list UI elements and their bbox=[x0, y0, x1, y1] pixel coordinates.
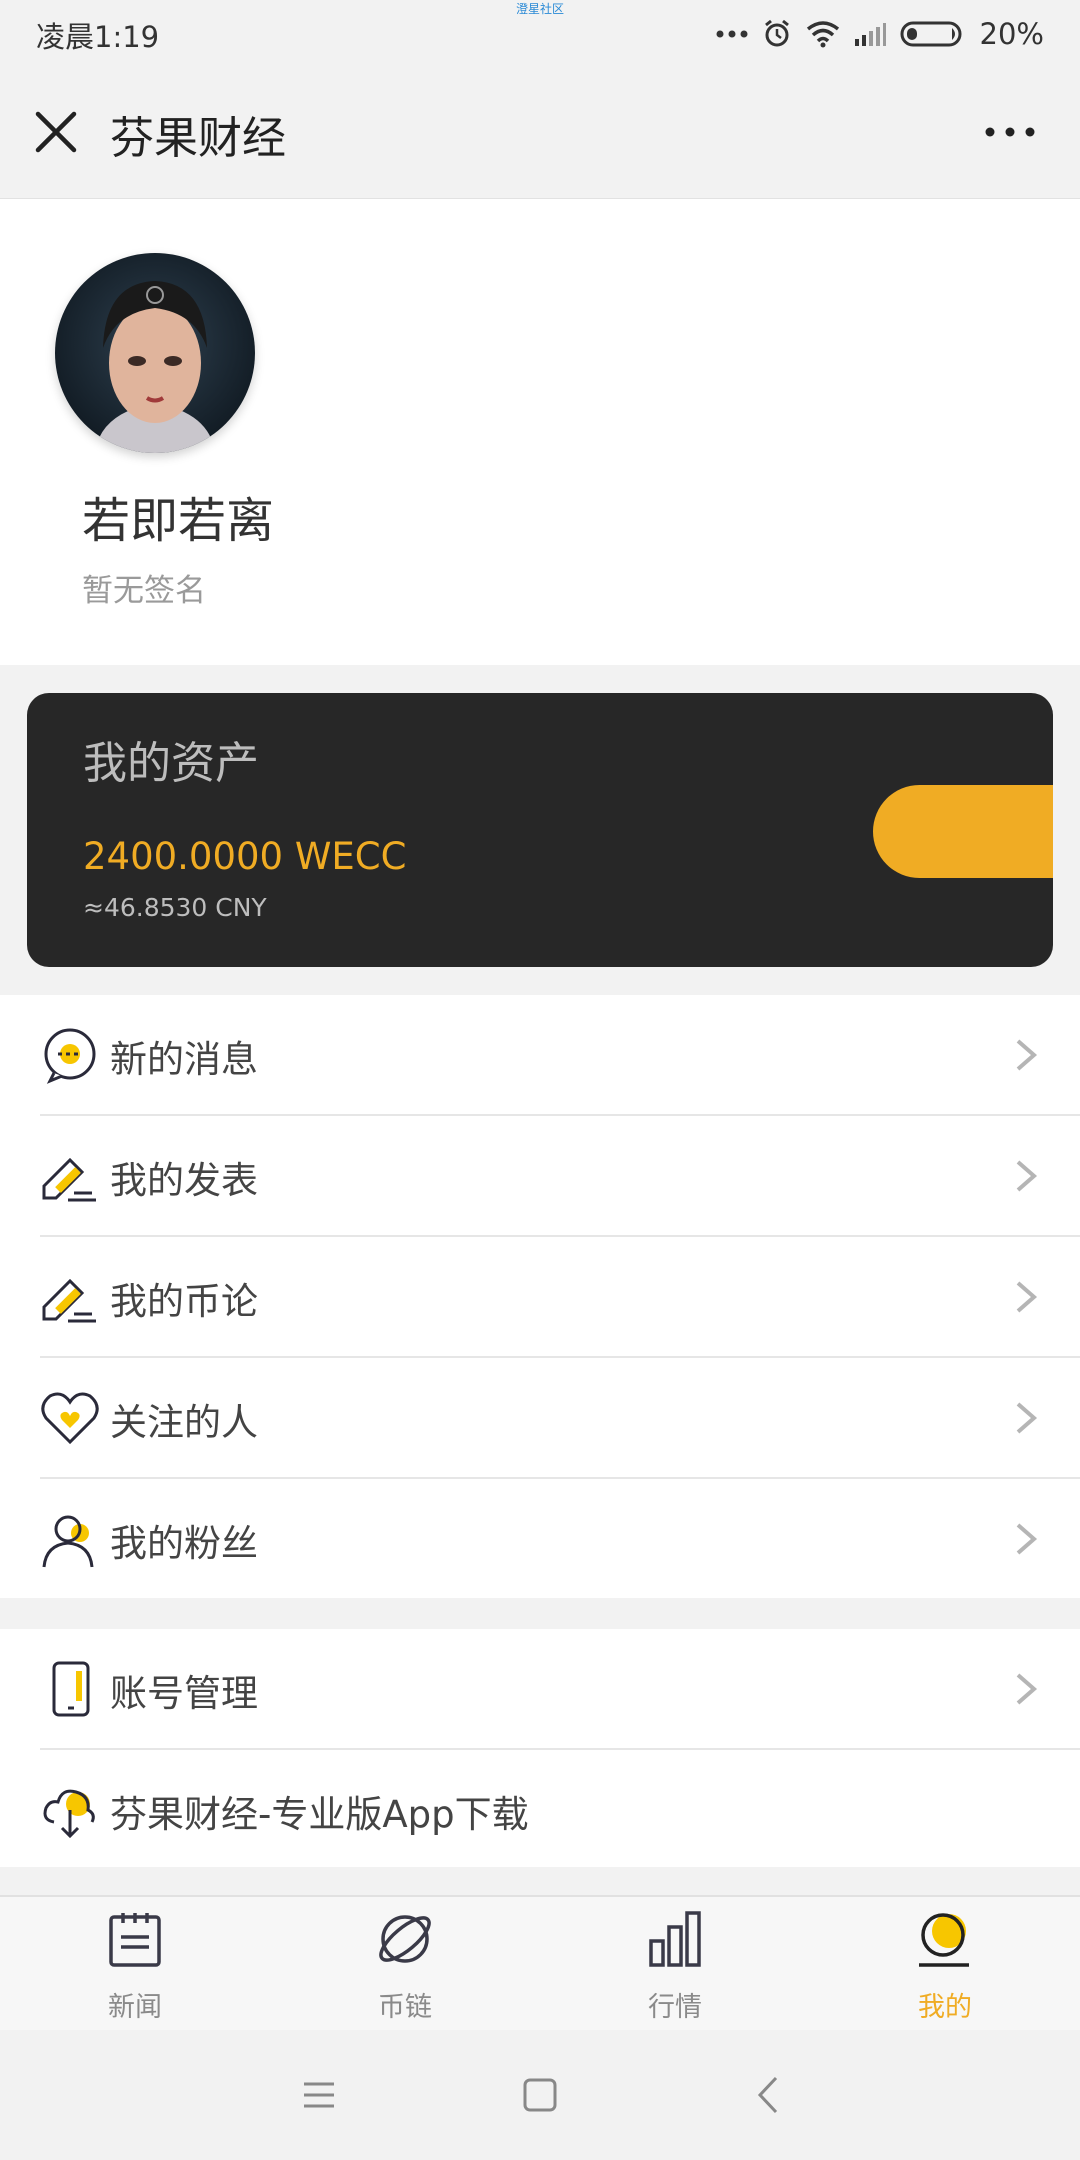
assets-title: 我的资产 bbox=[83, 738, 259, 789]
wifi-icon bbox=[806, 21, 839, 48]
system-nav-bar bbox=[0, 2030, 1080, 2160]
assets-cny-value: ≈46.8530 CNY bbox=[83, 893, 267, 922]
menu-item-app-download[interactable]: 芬果财经-专业版App下载 bbox=[0, 1750, 1080, 1871]
battery-percent: 20% bbox=[979, 17, 1044, 51]
tab-news[interactable]: 新闻 bbox=[0, 1897, 270, 2032]
tab-coin-chain[interactable]: 币链 bbox=[270, 1897, 540, 2032]
chevron-right-icon bbox=[1016, 1673, 1038, 1705]
menu-item-label: 我的粉丝 bbox=[110, 1522, 258, 1565]
bottom-tab-bar: 新闻 币链 行情 我的 bbox=[0, 1895, 1080, 2032]
more-options-icon[interactable] bbox=[980, 106, 1040, 158]
assets-action-pill[interactable] bbox=[873, 785, 1053, 878]
account-list: 账号管理 芬果财经-专业版App下载 bbox=[0, 1629, 1080, 1867]
user-icon bbox=[42, 1515, 94, 1568]
tab-market[interactable]: 行情 bbox=[540, 1897, 810, 2032]
page-title: 芬果财经 bbox=[110, 113, 286, 164]
back-icon[interactable] bbox=[744, 2070, 794, 2120]
menu-item-messages[interactable]: 新的消息 bbox=[0, 995, 1080, 1116]
battery-icon bbox=[900, 21, 962, 47]
menu-list: 新的消息 我的发表 我的币论 关注的人 我的粉丝 bbox=[0, 995, 1080, 1598]
status-icons: 20% bbox=[716, 12, 1044, 56]
menu-item-followers[interactable]: 我的粉丝 bbox=[0, 1479, 1080, 1600]
profile-section: 若即若离 暂无签名 bbox=[0, 199, 1080, 665]
me-icon bbox=[919, 1913, 969, 1967]
menu-item-label: 账号管理 bbox=[110, 1672, 258, 1715]
edit-icon bbox=[42, 1157, 96, 1202]
menu-item-label: 我的发表 bbox=[110, 1159, 258, 1202]
planet-icon bbox=[379, 1915, 431, 1963]
close-icon[interactable] bbox=[30, 106, 82, 158]
menu-item-label: 芬果财经-专业版App下载 bbox=[110, 1793, 529, 1836]
download-cloud-icon bbox=[43, 1789, 95, 1839]
alarm-icon bbox=[764, 19, 789, 47]
chevron-right-icon bbox=[1016, 1523, 1038, 1555]
chevron-right-icon bbox=[1016, 1402, 1038, 1434]
menu-item-label: 关注的人 bbox=[110, 1401, 258, 1444]
more-dots-icon bbox=[716, 30, 748, 38]
status-time: 凌晨1:19 bbox=[36, 20, 160, 54]
menu-icon[interactable] bbox=[294, 2070, 344, 2120]
tab-label: 币链 bbox=[378, 1992, 432, 2023]
bar-chart-icon bbox=[649, 1911, 701, 1967]
edit-icon bbox=[42, 1278, 96, 1323]
status-bar: 凌晨1:19 澄星社区 20% bbox=[0, 0, 1080, 68]
heart-icon bbox=[41, 1392, 99, 1445]
news-icon bbox=[109, 1913, 161, 1967]
tab-label: 新闻 bbox=[108, 1992, 162, 2023]
assets-card[interactable]: 我的资产 2400.0000 WECC ≈46.8530 CNY bbox=[27, 693, 1053, 967]
menu-item-my-coin-talk[interactable]: 我的币论 bbox=[0, 1237, 1080, 1358]
menu-item-label: 新的消息 bbox=[110, 1038, 258, 1081]
menu-item-label: 我的币论 bbox=[110, 1280, 258, 1323]
phone-icon bbox=[52, 1661, 90, 1717]
signal-icon bbox=[854, 23, 886, 46]
title-bar: 芬果财经 bbox=[0, 68, 1080, 199]
tab-label: 行情 bbox=[648, 1992, 702, 2023]
home-icon[interactable] bbox=[515, 2070, 565, 2120]
user-name: 若即若离 bbox=[82, 493, 275, 549]
chevron-right-icon bbox=[1016, 1039, 1038, 1071]
assets-amount: 2400.0000 WECC bbox=[83, 835, 407, 878]
message-icon bbox=[44, 1028, 96, 1084]
chevron-right-icon bbox=[1016, 1281, 1038, 1313]
chevron-right-icon bbox=[1016, 1160, 1038, 1192]
user-signature: 暂无签名 bbox=[82, 573, 206, 609]
menu-item-following[interactable]: 关注的人 bbox=[0, 1358, 1080, 1479]
tab-label: 我的 bbox=[918, 1992, 972, 2023]
tab-me[interactable]: 我的 bbox=[810, 1897, 1080, 2032]
menu-item-my-posts[interactable]: 我的发表 bbox=[0, 1116, 1080, 1237]
avatar[interactable] bbox=[55, 253, 255, 453]
menu-item-account-management[interactable]: 账号管理 bbox=[0, 1629, 1080, 1750]
